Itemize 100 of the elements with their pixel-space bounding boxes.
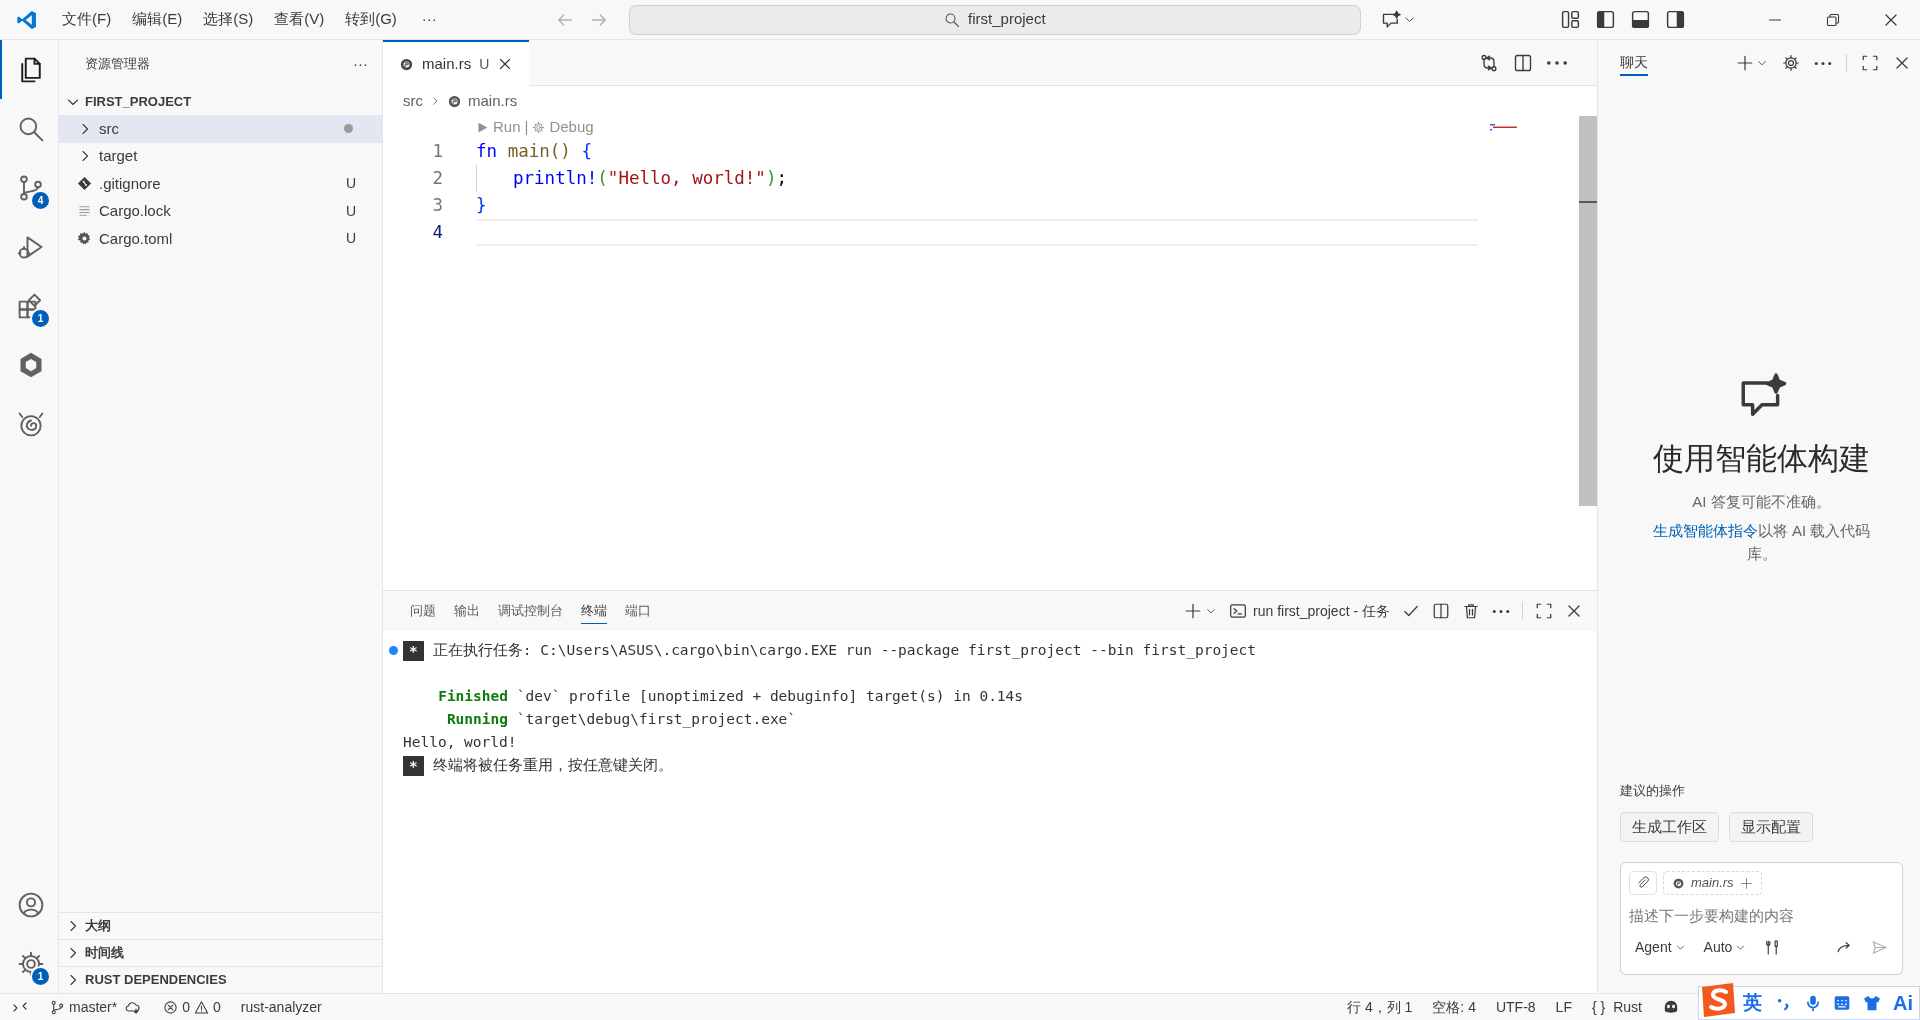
extensions-button[interactable]: 1 <box>0 276 59 335</box>
close-panel-button[interactable] <box>1565 602 1583 620</box>
context-chip[interactable]: main.rs <box>1663 871 1762 895</box>
suggestion-button[interactable]: 显示配置 <box>1729 812 1813 842</box>
more-icon <box>1492 609 1510 613</box>
more-icon <box>1814 61 1832 65</box>
menu-item[interactable]: 查看(V) <box>266 5 333 34</box>
panel-tab[interactable]: 问题 <box>410 598 436 624</box>
file-tree-item[interactable]: target <box>59 142 382 170</box>
file-tree-item[interactable]: Cargo.toml U <box>59 225 382 253</box>
branch-status[interactable]: master* <box>50 996 118 1018</box>
restore-icon <box>1825 11 1841 28</box>
panel-tab[interactable]: 终端 <box>581 598 607 624</box>
toggle-secondary-sidebar-button[interactable] <box>1665 9 1686 30</box>
menu-item[interactable]: 文件(F) <box>54 5 120 34</box>
maximize-icon <box>1535 602 1553 620</box>
breadcrumb-item[interactable]: main.rs <box>468 89 518 113</box>
file-tree-item[interactable]: .gitignore U <box>59 170 382 198</box>
terminal-text: 终端将被任务重用，按任意键关闭。 <box>432 755 673 775</box>
git-status: U <box>345 201 356 221</box>
project-root-row[interactable]: FIRST_PROJECT <box>59 88 382 115</box>
terminal-selector[interactable]: run first_project - 任务 <box>1229 600 1390 622</box>
compare-changes-button[interactable] <box>1479 52 1499 73</box>
generate-instructions-link[interactable]: 生成智能体指令 <box>1652 522 1758 539</box>
chat-menu-button[interactable] <box>1380 9 1416 30</box>
layout-button[interactable] <box>1560 9 1581 30</box>
close-icon <box>1565 602 1583 620</box>
split-editor-button[interactable] <box>1513 52 1533 73</box>
language-status[interactable]: { } Rust <box>1591 996 1642 1018</box>
editor-tab[interactable]: main.rs U <box>383 40 530 86</box>
search-text: first_project <box>968 9 1046 30</box>
warning-icon <box>194 999 210 1015</box>
new-terminal-button[interactable] <box>1184 602 1218 620</box>
menu-item[interactable]: 编辑(E) <box>124 5 191 34</box>
file-tree-item[interactable]: src <box>59 115 382 143</box>
breadcrumb-item[interactable]: src <box>403 89 423 113</box>
cursor-position[interactable]: 行 4，列 1 <box>1347 996 1413 1018</box>
rust-icon <box>399 56 414 72</box>
panel-tab[interactable]: 输出 <box>454 598 480 624</box>
problems-status[interactable]: 0 0 <box>163 996 221 1018</box>
model-dropdown[interactable]: Auto <box>1703 936 1747 958</box>
source-control-button[interactable]: 4 <box>0 158 59 217</box>
more-menu-button[interactable]: ··· <box>413 8 445 31</box>
tab-label: main.rs <box>422 53 472 74</box>
panel-bottom-icon <box>1630 9 1651 30</box>
maximize-button[interactable] <box>1861 54 1879 72</box>
badge-count: 4 <box>30 190 51 211</box>
line-number: 4 <box>431 221 443 244</box>
menu-item[interactable]: 转到(G) <box>337 5 405 34</box>
git-status: U <box>345 229 356 249</box>
maximize-icon <box>1861 54 1879 72</box>
terminal-text: Hello, world! <box>403 732 517 752</box>
cloud-sync-icon <box>125 999 142 1015</box>
sidebar-section-header[interactable]: 时间线 <box>59 939 382 966</box>
task-marker: * <box>403 640 424 661</box>
section-title: 大纲 <box>85 917 111 936</box>
file-name: Cargo.lock <box>99 201 171 221</box>
ime-ai-button[interactable]: Ai <box>1893 988 1914 1018</box>
ime-mode[interactable]: 英 <box>1742 988 1762 1018</box>
kill-terminal-button[interactable] <box>1462 602 1480 620</box>
language-server-status[interactable]: rust-analyzer <box>240 996 322 1018</box>
scrollbar[interactable] <box>1579 116 1597 506</box>
attach-button[interactable] <box>1629 871 1657 895</box>
menu-item[interactable]: 选择(S) <box>195 5 262 34</box>
git-file-icon <box>77 176 92 192</box>
split-terminal-button[interactable] <box>1432 602 1450 620</box>
more-actions-button[interactable] <box>1492 609 1510 613</box>
toggle-panel-button[interactable] <box>1630 9 1651 30</box>
toggle-sidebar-button[interactable] <box>1595 9 1616 30</box>
settings-button[interactable] <box>1782 54 1800 72</box>
task-marker: * <box>403 755 424 776</box>
more-actions-button[interactable]: ··· <box>353 52 368 76</box>
sidebar-section-header[interactable]: 大纲 <box>59 912 382 939</box>
split-icon <box>1432 602 1450 620</box>
minimize-icon <box>1767 18 1783 21</box>
sync-button[interactable] <box>125 999 142 1015</box>
maximize-panel-button[interactable] <box>1535 602 1553 620</box>
close-icon <box>1893 54 1911 72</box>
settings-button[interactable]: 1 <box>0 934 59 993</box>
code-line: fn main() { <box>476 140 592 163</box>
panel-tab[interactable]: 端口 <box>625 598 651 624</box>
file-tree-item[interactable]: Cargo.lock U <box>59 197 382 225</box>
copilot-button[interactable] <box>1662 998 1680 1016</box>
more-actions-button[interactable] <box>1547 60 1567 65</box>
command-center-search[interactable]: first_project <box>628 4 1361 35</box>
new-chat-button[interactable] <box>1736 54 1768 72</box>
chat-tab[interactable]: 聊天 <box>1620 50 1648 76</box>
skin-shirt-icon <box>1863 994 1882 1012</box>
line-ending-status[interactable]: LF <box>1555 996 1572 1018</box>
indentation-status[interactable]: 空格: 4 <box>1432 996 1476 1018</box>
more-actions-button[interactable] <box>1814 61 1832 65</box>
encoding-status[interactable]: UTF-8 <box>1495 996 1536 1018</box>
plus-icon <box>1739 876 1753 890</box>
close-chat-button[interactable] <box>1893 54 1911 72</box>
terminal-text: Running `target\debug\first_project.exe` <box>445 709 797 730</box>
chat-input[interactable]: 描述下一步要构建的内容 <box>1629 905 1894 928</box>
suggestion-button[interactable]: 生成工作区 <box>1620 812 1719 842</box>
file-name: src <box>99 118 119 139</box>
agent-mode-dropdown[interactable]: Agent <box>1635 936 1686 958</box>
panel-tab[interactable]: 调试控制台 <box>498 598 563 624</box>
